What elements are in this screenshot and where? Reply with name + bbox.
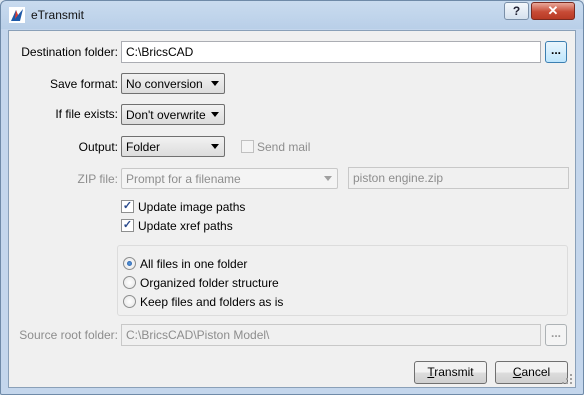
if-file-exists-select[interactable]: Don't overwrite [121, 104, 225, 125]
send-mail-label: Send mail [257, 140, 311, 154]
save-format-select[interactable]: No conversion [121, 73, 225, 94]
etransmit-dialog: eTransmit ? ✕ Destination folder: C:\Bri… [0, 0, 584, 395]
chevron-down-icon [211, 81, 219, 86]
zip-file-value: Prompt for a filename [126, 172, 241, 186]
if-file-exists-value: Don't overwrite [126, 108, 206, 122]
radio-organized-folder-structure[interactable] [123, 276, 136, 289]
source-root-browse-button[interactable]: ... [545, 324, 567, 346]
zip-file-select[interactable]: Prompt for a filename [121, 168, 338, 189]
chevron-down-icon [324, 176, 332, 181]
destination-folder-label: Destination folder: [21, 45, 118, 59]
title-bar[interactable]: eTransmit ? ✕ [1, 1, 583, 31]
output-select[interactable]: Folder [121, 136, 225, 157]
radio-keep-files-folders-label: Keep files and folders as is [140, 295, 284, 309]
close-icon: ✕ [547, 3, 559, 18]
resize-grip-icon[interactable] [561, 373, 573, 385]
radio-all-files-one-folder-label: All files in one folder [140, 257, 248, 271]
radio-all-files-one-folder[interactable] [123, 257, 136, 270]
destination-folder-input[interactable]: C:\BricsCAD [121, 41, 541, 63]
source-root-folder-input[interactable]: C:\BricsCAD\Piston Model\ [121, 324, 541, 346]
close-button[interactable]: ✕ [531, 2, 575, 20]
save-format-value: No conversion [126, 77, 203, 91]
update-image-paths-checkbox[interactable]: ✓ [121, 200, 134, 213]
update-xref-paths-label: Update xref paths [138, 219, 233, 233]
zip-filename-input[interactable]: piston engine.zip [348, 167, 569, 189]
transmit-label: ransmit [434, 365, 474, 379]
radio-keep-files-folders[interactable] [123, 295, 136, 308]
bricscad-logo-icon [9, 7, 25, 23]
transmit-button[interactable]: Transmit [414, 361, 487, 384]
send-mail-checkbox[interactable] [241, 140, 254, 153]
zip-file-label: ZIP file: [77, 172, 118, 186]
radio-selected-dot [127, 261, 132, 266]
if-file-exists-label: If file exists: [55, 107, 118, 121]
save-format-label: Save format: [49, 77, 118, 91]
update-image-paths-label: Update image paths [138, 200, 246, 214]
radio-organized-folder-structure-label: Organized folder structure [140, 276, 279, 290]
output-label: Output: [78, 140, 118, 154]
help-icon: ? [512, 4, 521, 18]
update-xref-paths-checkbox[interactable]: ✓ [121, 219, 134, 232]
destination-browse-button[interactable]: ... [545, 41, 567, 63]
output-value: Folder [126, 140, 161, 154]
cancel-button[interactable]: Cancel [495, 361, 568, 384]
chevron-down-icon [211, 112, 219, 117]
cancel-label: ancel [521, 365, 551, 379]
window-title: eTransmit [31, 8, 84, 22]
help-button[interactable]: ? [504, 2, 529, 20]
dialog-body: Destination folder: C:\BricsCAD ... Save… [8, 30, 576, 388]
chevron-down-icon [211, 144, 219, 149]
source-root-folder-label: Source root folder: [19, 328, 118, 342]
